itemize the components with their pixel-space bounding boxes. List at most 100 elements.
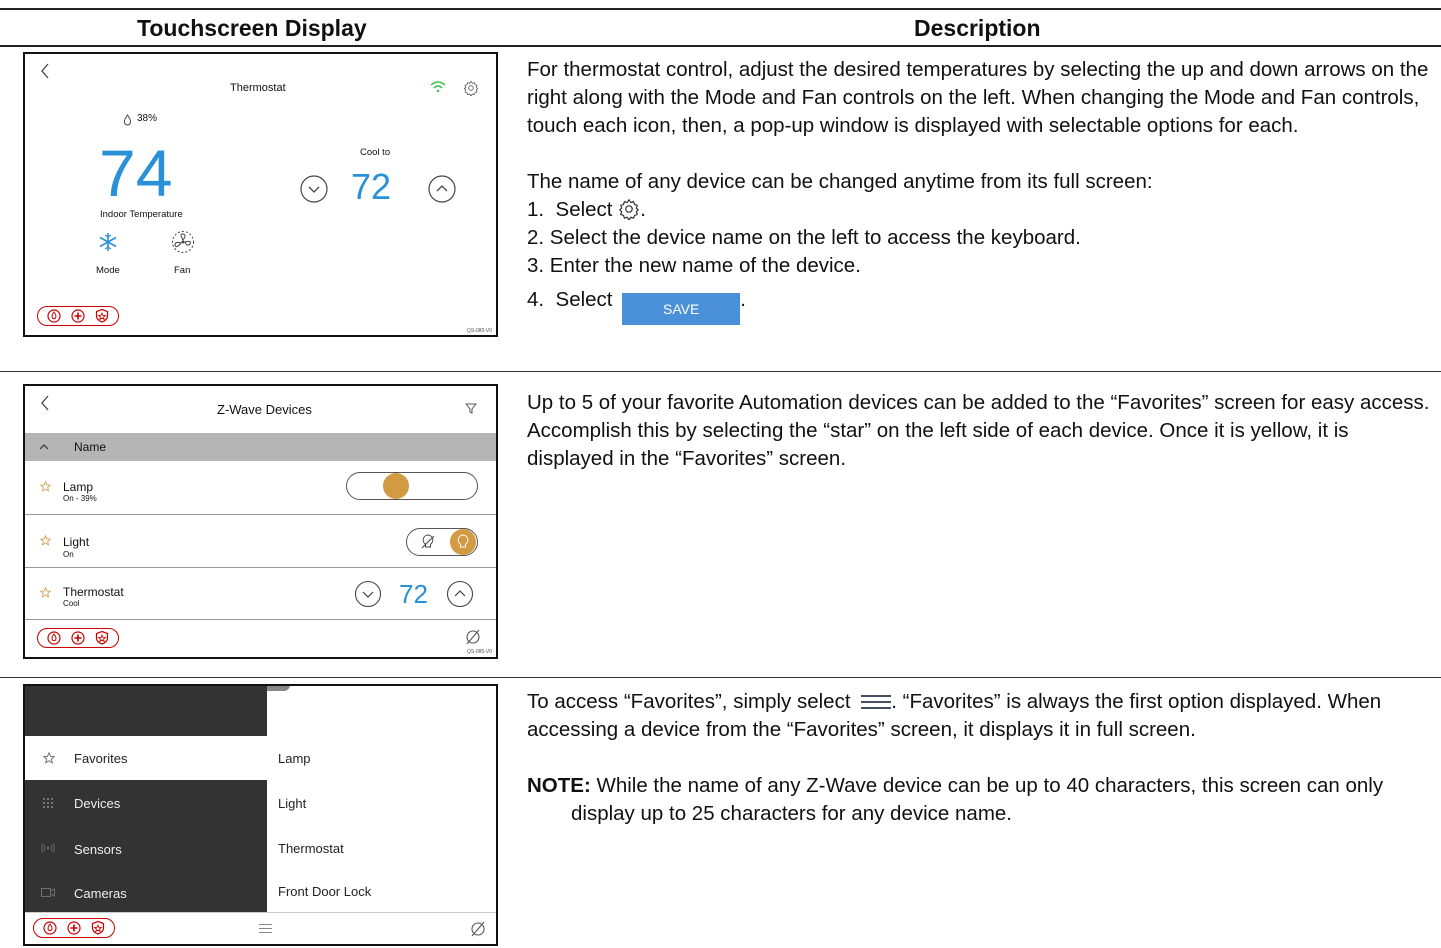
screen-title: Z-Wave Devices [217,402,312,417]
list-item[interactable]: Thermostat Cool 72 [25,568,496,620]
setpoint-up-button[interactable] [446,580,474,608]
save-button[interactable]: SAVE [622,293,741,325]
menu-item-devices[interactable]: Devices [25,780,267,826]
fan-label: Fan [174,265,191,276]
zwave-devices-screen: Z-Wave Devices Name Lamp On - 39% Light … [23,384,498,659]
header-rule [0,45,1441,47]
column-header-display: Touchscreen Display [137,15,367,41]
setpoint-down-button[interactable] [299,174,329,209]
bottom-bar [25,912,496,944]
sort-column-label: Name [74,440,107,454]
device-status: On - 39% [63,494,97,503]
fire-icon[interactable] [47,308,61,323]
desc-paragraph: The name of any device can be changed an… [527,170,1153,193]
menu-item-sensors[interactable]: Sensors [25,826,267,870]
step-3: 3. Enter the new name of the device. [527,254,861,277]
filter-icon[interactable] [464,401,478,419]
humidity-drop-icon [123,113,132,131]
light-on-button[interactable] [450,529,476,555]
fan-icon[interactable] [171,230,195,259]
star-icon[interactable] [40,587,51,598]
menu-item-favorites[interactable]: Favorites [25,736,267,780]
row-rule [0,677,1441,678]
back-chevron-icon[interactable] [39,62,51,85]
indoor-temperature: 74 [99,136,173,210]
back-chevron-icon[interactable] [39,394,51,417]
no-disturb-icon[interactable] [470,921,486,937]
dimmer-slider[interactable] [346,472,478,500]
favorite-item[interactable]: Light [278,796,306,811]
emergency-buttons[interactable] [33,918,115,938]
favorite-item[interactable]: Thermostat [278,841,344,856]
cool-to-label: Cool to [360,147,391,158]
light-toggle[interactable] [406,528,478,556]
table-top-rule [0,8,1441,10]
slider-thumb[interactable] [383,473,409,499]
description-favorites-menu: To access “Favorites”, simply select . “… [527,688,1432,828]
hamburger-menu-icon [861,695,892,709]
list-item[interactable]: Light On [25,515,496,568]
favorites-menu-screen: Favorites Devices Sensors Cameras Lamp L… [23,684,498,946]
list-item[interactable]: Lamp On - 39% [25,461,496,515]
humidity-value: 38% [137,113,158,124]
medical-icon[interactable] [67,920,81,935]
indoor-temperature-label: Indoor Temperature [100,209,183,220]
medical-icon[interactable] [71,308,85,323]
menu-item-label: Devices [74,796,121,811]
snowflake-icon[interactable] [98,232,118,257]
menu-item-label: Cameras [74,886,127,901]
note-paragraph: NOTE: While the name of any Z-Wave devic… [527,774,1384,825]
desc-paragraph: Up to 5 of your favorite Automation devi… [527,391,1430,470]
menu-header [25,686,267,736]
setpoint-up-button[interactable] [427,174,457,209]
emergency-buttons[interactable] [37,306,119,326]
fire-icon[interactable] [43,920,57,935]
step-1: 1. Select . [527,198,646,222]
police-icon[interactable] [95,308,109,323]
device-setpoint: 72 [399,579,428,609]
grid-icon [43,798,53,808]
column-header-description: Description [914,15,1041,41]
favorite-item[interactable]: Lamp [278,751,311,766]
gear-icon[interactable] [463,80,479,101]
wifi-icon [430,79,446,97]
fire-icon[interactable] [47,630,61,645]
version-code: QS-080-V0 [467,328,493,334]
star-icon[interactable] [40,481,51,492]
device-status: Cool [63,599,80,608]
device-name: Lamp [63,480,94,494]
desc-paragraph: For thermostat control, adjust the desir… [527,58,1429,137]
description-thermostat: For thermostat control, adjust the desir… [527,56,1432,325]
row-rule [0,371,1441,372]
description-favorites: Up to 5 of your favorite Automation devi… [527,389,1432,473]
favorite-item[interactable]: Front Door Lock [278,884,371,899]
sort-header[interactable]: Name [25,433,496,461]
device-name: Thermostat [63,585,124,599]
cool-setpoint: 72 [351,166,392,207]
menu-item-label: Favorites [74,751,128,766]
sensor-icon [41,843,55,853]
menu-item-cameras[interactable]: Cameras [25,870,267,914]
light-off-icon[interactable] [421,534,435,550]
star-icon [43,752,55,764]
emergency-buttons[interactable] [37,628,119,648]
menu-item-label: Sensors [74,842,122,857]
camera-icon [41,888,55,897]
screen-title: Thermostat [230,82,286,94]
thermostat-screen: Thermostat 38% 74 Indoor Temperature Coo… [23,52,498,337]
gear-icon [619,198,640,222]
chevron-up-icon [39,444,49,450]
medical-icon[interactable] [71,630,85,645]
no-disturb-icon[interactable] [465,629,481,645]
setpoint-down-button[interactable] [354,580,382,608]
hamburger-menu-icon[interactable] [259,923,272,934]
device-status: On [63,550,74,559]
star-icon[interactable] [40,535,51,546]
police-icon[interactable] [95,630,109,645]
police-icon[interactable] [91,920,105,935]
step-2: 2. Select the device name on the left to… [527,226,1081,249]
version-code: QS-085-V0 [467,649,493,655]
desc-paragraph: To access “Favorites”, simply select . “… [527,690,1382,741]
light-on-icon [457,534,469,548]
step-4: 4. Select SAVE. [527,286,1432,325]
